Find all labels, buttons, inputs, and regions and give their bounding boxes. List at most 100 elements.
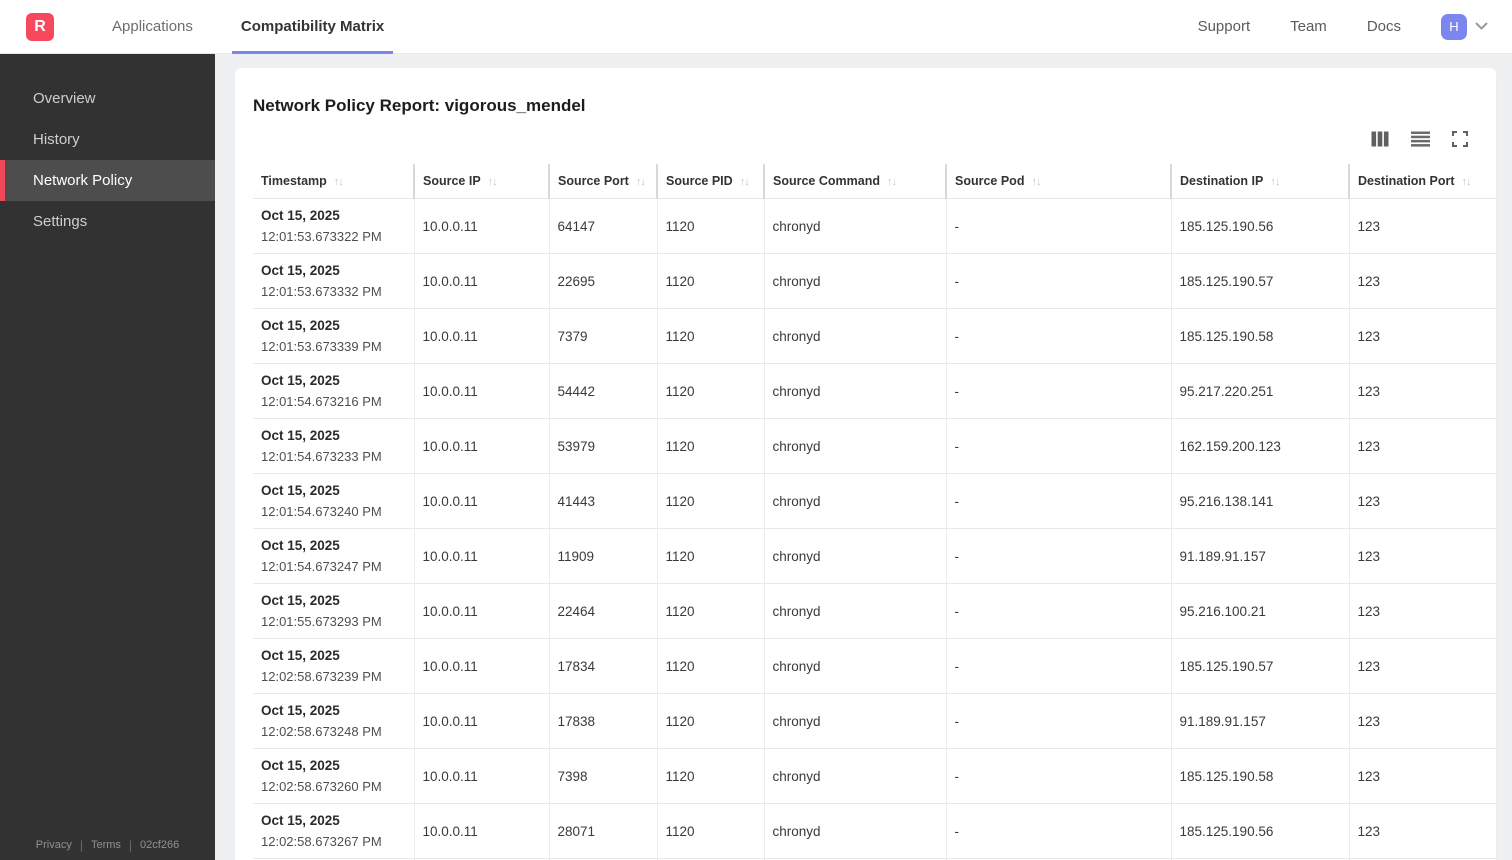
- dest-port-cell: 123: [1348, 418, 1496, 474]
- sort-icon[interactable]: ↑↓: [1462, 176, 1472, 188]
- dest-port-cell: 123: [1348, 253, 1496, 309]
- column-header-source-port[interactable]: Source Port ↑↓: [548, 164, 657, 199]
- source-pod-cell: -: [945, 198, 1171, 254]
- source-command-cell: chronyd: [763, 693, 946, 749]
- source-port-cell: 41443: [548, 473, 657, 529]
- dest-port-cell: 123: [1348, 363, 1496, 419]
- table-row[interactable]: Oct 15, 2025 12:02:58.673260 PM 10.0.0.11 7…: [253, 748, 1496, 804]
- source-port-cell: 17838: [548, 693, 657, 749]
- source-pod-cell: -: [945, 528, 1171, 584]
- table-row[interactable]: Oct 15, 2025 12:01:53.673332 PM 10.0.0.11 2…: [253, 253, 1496, 309]
- table-row[interactable]: Oct 15, 2025 12:02:58.673267 PM 10.0.0.11 2…: [253, 803, 1496, 859]
- sidebar-footer: Privacy | Terms | 02cf266: [0, 838, 215, 852]
- source-pod-cell: -: [945, 473, 1171, 529]
- source-command-cell: chronyd: [763, 253, 946, 309]
- source-pod-cell: -: [945, 308, 1171, 364]
- nav-right: Support Team Docs H: [1198, 13, 1512, 40]
- source-pid-cell: 1120: [656, 693, 764, 749]
- dest-ip-cell: 185.125.190.56: [1170, 803, 1349, 859]
- table-row[interactable]: Oct 15, 2025 12:01:54.673216 PM 10.0.0.11 5…: [253, 363, 1496, 419]
- nav-links: Support Team Docs: [1198, 18, 1441, 35]
- chevron-down-icon[interactable]: [1475, 22, 1488, 31]
- nav-link-team[interactable]: Team: [1290, 18, 1327, 35]
- timestamp-cell: Oct 15, 2025 12:01:53.673339 PM: [261, 318, 382, 354]
- dest-ip-cell: 95.217.220.251: [1170, 363, 1349, 419]
- dest-port-cell: 123: [1348, 693, 1496, 749]
- report-table-wrap: Timestamp ↑↓ Source IP ↑↓ Source Port ↑↓ Sourc…: [253, 164, 1496, 860]
- source-ip-cell: 10.0.0.11: [413, 418, 549, 474]
- page-title: Network Policy Report: vigorous_mendel: [253, 96, 586, 115]
- sidebar-item-history[interactable]: History: [0, 119, 215, 160]
- nav-link-docs[interactable]: Docs: [1367, 18, 1401, 35]
- dest-ip-cell: 185.125.190.58: [1170, 308, 1349, 364]
- sort-icon[interactable]: ↑↓: [1270, 176, 1280, 188]
- source-pid-cell: 1120: [656, 198, 764, 254]
- sidebar-item-settings[interactable]: Settings: [0, 201, 215, 242]
- dest-port-cell: 123: [1348, 473, 1496, 529]
- nav-tab-compatibility-matrix[interactable]: Compatibility Matrix: [231, 0, 394, 54]
- column-header-timestamp[interactable]: Timestamp ↑↓: [253, 164, 414, 199]
- timestamp-cell: Oct 15, 2025 12:01:54.673233 PM: [261, 428, 382, 464]
- build-id: 02cf266: [140, 839, 180, 851]
- source-ip-cell: 10.0.0.11: [413, 748, 549, 804]
- fullscreen-icon[interactable]: [1452, 131, 1468, 147]
- table-row[interactable]: Oct 15, 2025 12:01:55.673293 PM 10.0.0.11 2…: [253, 583, 1496, 639]
- sort-icon[interactable]: ↑↓: [488, 176, 498, 188]
- timestamp-cell: Oct 15, 2025 12:02:58.673239 PM: [261, 648, 382, 684]
- sort-icon[interactable]: ↑↓: [740, 176, 750, 188]
- table-row[interactable]: Oct 15, 2025 12:01:53.673339 PM 10.0.0.11 7…: [253, 308, 1496, 364]
- source-pid-cell: 1120: [656, 363, 764, 419]
- table-row[interactable]: Oct 15, 2025 12:01:53.673322 PM 10.0.0.11 6…: [253, 198, 1496, 254]
- column-header-source-pod[interactable]: Source Pod ↑↓: [945, 164, 1171, 199]
- sort-icon[interactable]: ↑↓: [887, 176, 897, 188]
- timestamp-cell: Oct 15, 2025 12:02:58.673248 PM: [261, 703, 382, 739]
- sort-icon[interactable]: ↑↓: [1031, 176, 1041, 188]
- source-command-cell: chronyd: [763, 748, 946, 804]
- user-avatar[interactable]: H: [1441, 13, 1467, 40]
- source-pid-cell: 1120: [656, 308, 764, 364]
- sort-icon[interactable]: ↑↓: [334, 176, 344, 188]
- source-ip-cell: 10.0.0.11: [413, 308, 549, 364]
- source-pid-cell: 1120: [656, 638, 764, 694]
- nav-tab-applications[interactable]: Applications: [103, 0, 202, 54]
- source-command-cell: chronyd: [763, 473, 946, 529]
- table-row[interactable]: Oct 15, 2025 12:01:54.673240 PM 10.0.0.11 4…: [253, 473, 1496, 529]
- source-command-cell: chronyd: [763, 198, 946, 254]
- terms-link[interactable]: Terms: [91, 839, 121, 851]
- column-header-destination-ip[interactable]: Destination IP ↑↓: [1170, 164, 1349, 199]
- list-view-icon[interactable]: [1411, 131, 1430, 147]
- table-row[interactable]: Oct 15, 2025 12:01:54.673233 PM 10.0.0.11 5…: [253, 418, 1496, 474]
- sort-icon[interactable]: ↑↓: [636, 176, 646, 188]
- dest-ip-cell: 91.189.91.157: [1170, 693, 1349, 749]
- nav-link-support[interactable]: Support: [1198, 18, 1251, 35]
- source-ip-cell: 10.0.0.11: [413, 473, 549, 529]
- primary-tabs: Applications Compatibility Matrix: [88, 0, 408, 54]
- sidebar-item-overview[interactable]: Overview: [0, 78, 215, 119]
- privacy-link[interactable]: Privacy: [36, 839, 72, 851]
- source-ip-cell: 10.0.0.11: [413, 583, 549, 639]
- sidebar: Overview History Network Policy Settings Pr…: [0, 54, 215, 860]
- column-header-source-pid[interactable]: Source PID ↑↓: [656, 164, 764, 199]
- main-content: Network Policy Report: vigorous_mendel T…: [215, 54, 1512, 860]
- column-header-destination-port[interactable]: Destination Port ↑↓: [1348, 164, 1496, 199]
- timestamp-cell: Oct 15, 2025 12:01:54.673247 PM: [261, 538, 382, 574]
- column-header-source-ip[interactable]: Source IP ↑↓: [413, 164, 549, 199]
- source-ip-cell: 10.0.0.11: [413, 803, 549, 859]
- table-row[interactable]: Oct 15, 2025 12:02:58.673248 PM 10.0.0.11 1…: [253, 693, 1496, 749]
- app-logo[interactable]: R: [26, 12, 54, 41]
- dest-port-cell: 123: [1348, 748, 1496, 804]
- dest-ip-cell: 162.159.200.123: [1170, 418, 1349, 474]
- table-row[interactable]: Oct 15, 2025 12:01:54.673247 PM 10.0.0.11 1…: [253, 528, 1496, 584]
- column-header-source-command[interactable]: Source Command ↑↓: [763, 164, 946, 199]
- dest-port-cell: 123: [1348, 638, 1496, 694]
- source-pod-cell: -: [945, 418, 1171, 474]
- dest-ip-cell: 185.125.190.58: [1170, 748, 1349, 804]
- source-pod-cell: -: [945, 583, 1171, 639]
- column-view-icon[interactable]: [1371, 131, 1389, 147]
- sidebar-item-network-policy[interactable]: Network Policy: [0, 160, 215, 201]
- table-row[interactable]: Oct 15, 2025 12:02:58.673239 PM 10.0.0.11 1…: [253, 638, 1496, 694]
- source-ip-cell: 10.0.0.11: [413, 638, 549, 694]
- source-command-cell: chronyd: [763, 803, 946, 859]
- report-table: Timestamp ↑↓ Source IP ↑↓ Source Port ↑↓ Sourc…: [253, 164, 1496, 860]
- source-pid-cell: 1120: [656, 418, 764, 474]
